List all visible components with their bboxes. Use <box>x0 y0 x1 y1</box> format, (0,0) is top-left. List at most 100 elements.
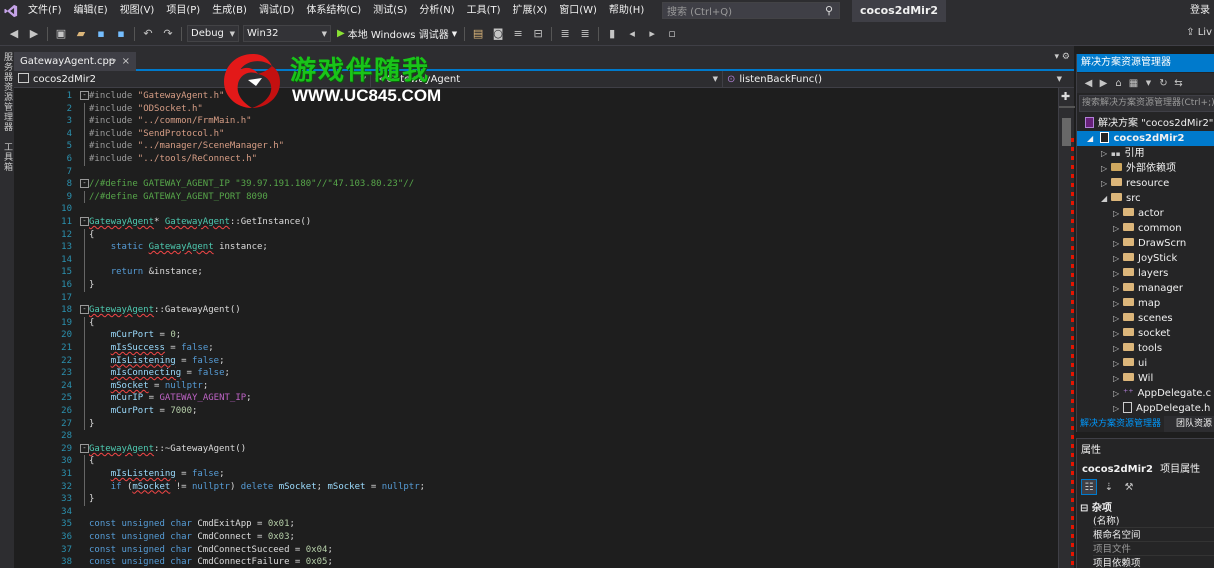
expand-arrow-icon[interactable]: ▷ <box>1113 206 1123 221</box>
chevron-down-icon[interactable]: ▼ <box>1142 75 1155 91</box>
split-handle[interactable] <box>1059 106 1075 108</box>
tree-item[interactable]: ▷ manager <box>1113 281 1183 296</box>
toolbox-tab[interactable]: 工具箱 <box>1 142 14 172</box>
property-row[interactable]: (名称) <box>1093 515 1214 528</box>
fold-toggle-icon[interactable]: - <box>80 91 89 100</box>
tree-item[interactable]: ▷ ▪▪ 引用 <box>1101 146 1145 161</box>
code-line[interactable]: 9 //#define GATEWAY_AGENT_PORT 8090 <box>14 190 1058 204</box>
expand-arrow-icon[interactable]: ▷ <box>1113 386 1123 401</box>
code-line[interactable]: 1- #include "GatewayAgent.h" <box>14 90 1058 103</box>
code-line[interactable]: 17 <box>14 292 1058 305</box>
expand-arrow-icon[interactable]: ▷ <box>1113 251 1123 266</box>
code-line[interactable]: 38 const unsigned char CmdConnectFailure … <box>14 556 1058 568</box>
code-line[interactable]: 6 #include "../tools/ReConnect.h" <box>14 153 1058 166</box>
new-project-icon[interactable]: ▣ <box>53 26 69 42</box>
code-line[interactable]: 36 const unsigned char CmdConnect = 0x03; <box>14 531 1058 544</box>
expand-arrow-icon[interactable]: ▷ <box>1113 356 1123 371</box>
code-line[interactable]: 14 <box>14 253 1058 267</box>
alphabetical-icon[interactable]: ⇣ <box>1101 479 1117 495</box>
code-line[interactable]: 7 <box>14 166 1058 179</box>
menu-item[interactable]: 项目(P) <box>160 0 206 22</box>
expand-arrow-icon[interactable]: ▷ <box>1113 341 1123 356</box>
expand-arrow-icon[interactable]: ▷ <box>1101 176 1111 191</box>
code-line[interactable]: 33} <box>14 493 1058 506</box>
pin-icon[interactable]: ⊸ <box>108 52 116 71</box>
undo-icon[interactable]: ↶ <box>140 26 156 42</box>
switch-views-icon[interactable]: ▦ <box>1127 75 1140 91</box>
code-line[interactable]: 11- GatewayAgent* GatewayAgent::GetInstan… <box>14 216 1058 229</box>
fold-toggle-icon[interactable]: - <box>80 217 89 226</box>
code-line[interactable]: 28 <box>14 430 1058 443</box>
code-line[interactable]: 37 const unsigned char CmdConnectSucceed … <box>14 544 1058 557</box>
tree-item[interactable]: ▷ Wil <box>1113 371 1153 386</box>
code-line[interactable]: 21 mIsSuccess = false; <box>14 342 1058 355</box>
property-pages-icon[interactable]: ⚒ <box>1121 479 1137 495</box>
clear-bookmarks-icon[interactable]: ▫ <box>664 26 680 42</box>
format-icon[interactable]: ⊟ <box>530 26 546 42</box>
expand-arrow-icon[interactable]: ▷ <box>1113 296 1123 311</box>
code-line[interactable]: 34 <box>14 506 1058 519</box>
code-line[interactable]: 16} <box>14 279 1058 292</box>
screenshot-icon[interactable]: ◙ <box>490 26 506 42</box>
visual-studio-logo-icon[interactable] <box>0 0 22 22</box>
tree-item[interactable]: ▷ resource <box>1101 176 1169 191</box>
menu-item[interactable]: 扩展(X) <box>507 0 554 22</box>
code-line[interactable]: 12 { <box>14 228 1058 242</box>
code-editor[interactable]: 1- #include "GatewayAgent.h" 2 #include "OD… <box>14 88 1058 568</box>
back-icon[interactable]: ◀ <box>6 26 22 42</box>
code-line[interactable]: 27} <box>14 417 1058 431</box>
tree-item[interactable]: ▷ layers <box>1113 266 1168 281</box>
menu-item[interactable]: 视图(V) <box>114 0 161 22</box>
tab-overflow-icon[interactable]: ▾ ⚙ <box>1055 52 1070 62</box>
solution-node[interactable]: 解决方案 "cocos2dMir2" <box>1085 116 1213 131</box>
live-share-button[interactable]: ⇪ Liv <box>1186 27 1212 38</box>
back-icon[interactable]: ◀ <box>1082 75 1095 91</box>
member-dropdown[interactable]: ⊙ listenBackFunc() ▼ <box>722 71 1064 88</box>
menu-item[interactable]: 生成(B) <box>206 0 253 22</box>
redo-icon[interactable]: ↷ <box>160 26 176 42</box>
code-line[interactable]: 35 const unsigned char CmdExitApp = 0x01; <box>14 518 1058 531</box>
expand-arrow-icon[interactable]: ▷ <box>1113 236 1123 251</box>
tree-item[interactable]: ▷ common <box>1113 221 1182 236</box>
expand-arrow-icon[interactable]: ▷ <box>1113 371 1123 386</box>
menu-item[interactable]: 分析(N) <box>413 0 460 22</box>
menu-item[interactable]: 调试(D) <box>253 0 301 22</box>
browse-icon[interactable]: ▤ <box>470 26 486 42</box>
code-line[interactable]: 13 static GatewayAgent instance; <box>14 241 1058 254</box>
tab-team-explorer[interactable]: 团队资源 <box>1173 416 1214 432</box>
code-line[interactable]: 30 { <box>14 455 1058 468</box>
menu-item[interactable]: 文件(F) <box>22 0 68 22</box>
tree-item[interactable]: ▷ socket <box>1113 326 1170 341</box>
code-line[interactable]: 20 mCurPort = 0; <box>14 329 1058 342</box>
code-line[interactable]: 3 #include "../common/FrmMain.h" <box>14 115 1058 128</box>
code-line[interactable]: 23 mIsConnecting = false; <box>14 367 1058 380</box>
code-line[interactable]: 2 #include "ODSocket.h" <box>14 102 1058 116</box>
code-line[interactable]: 10 <box>14 203 1058 216</box>
collapse-arrow-icon[interactable]: ◢ <box>1101 191 1111 206</box>
sync-icon[interactable]: ⇆ <box>1172 75 1185 91</box>
prev-bookmark-icon[interactable]: ◂ <box>624 26 640 42</box>
comment-icon[interactable]: ≣ <box>557 26 573 42</box>
tree-item[interactable]: ▷ tools <box>1113 341 1162 356</box>
property-row[interactable]: 项目依赖项 <box>1093 557 1214 568</box>
tree-item[interactable]: ▷ scenes <box>1113 311 1173 326</box>
code-line[interactable]: 8-//#define GATEWAY_AGENT_IP "39.97.191.… <box>14 178 1058 191</box>
forward-icon[interactable]: ▶ <box>26 26 42 42</box>
property-category[interactable]: ⊟ 杂项 <box>1080 499 1112 514</box>
tree-item[interactable]: ▷ AppDelegate.h <box>1113 401 1210 416</box>
expand-arrow-icon[interactable]: ▷ <box>1113 311 1123 326</box>
code-line[interactable]: 19 { <box>14 316 1058 330</box>
expand-arrow-icon[interactable]: ▷ <box>1101 146 1111 161</box>
next-bookmark-icon[interactable]: ▸ <box>644 26 660 42</box>
quick-launch-search[interactable]: 搜索 (Ctrl+Q) ⚲ <box>662 2 840 19</box>
forward-icon[interactable]: ▶ <box>1097 75 1110 91</box>
tab-solution-explorer[interactable]: 解决方案资源管理器 <box>1077 416 1165 432</box>
property-row[interactable]: 项目文件 <box>1093 543 1214 556</box>
tree-item[interactable]: ▷ ui <box>1113 356 1147 371</box>
menu-item[interactable]: 工具(T) <box>461 0 507 22</box>
bookmark-icon[interactable]: ▮ <box>604 26 620 42</box>
code-line[interactable]: 22 mIsListening = false; <box>14 354 1058 368</box>
property-row[interactable]: 根命名空间 <box>1093 529 1214 542</box>
code-line[interactable]: 5 #include "../manager/SceneManager.h" <box>14 140 1058 153</box>
tree-item[interactable]: ▷ ⁺⁺ AppDelegate.c <box>1113 386 1211 401</box>
